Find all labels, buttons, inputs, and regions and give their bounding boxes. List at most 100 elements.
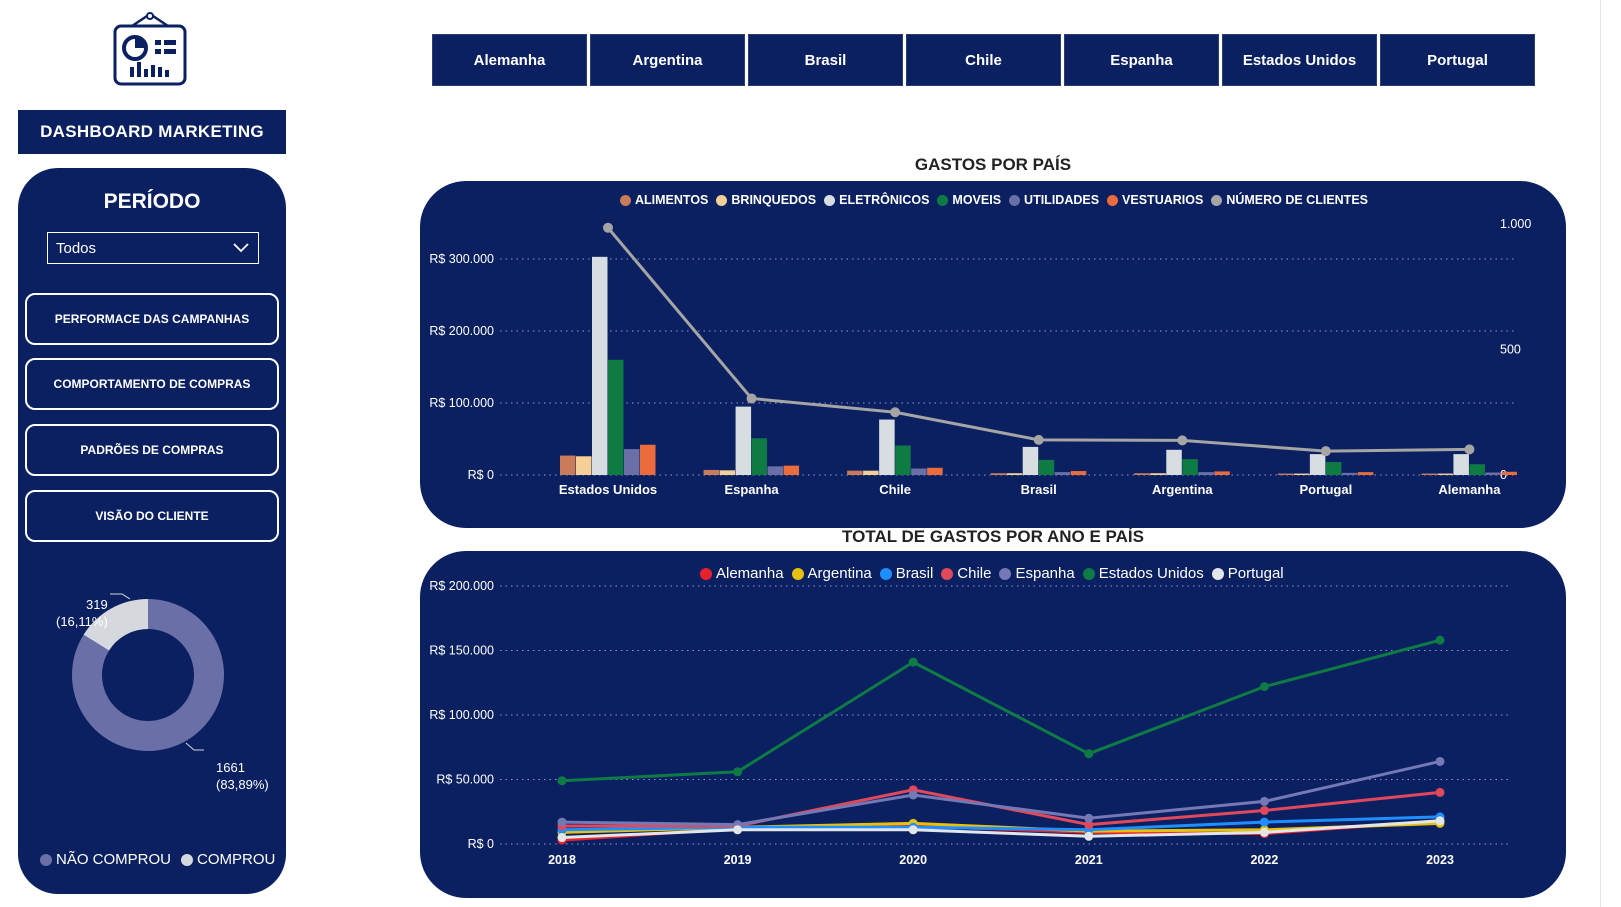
line-series-estados-unidos — [561, 638, 1441, 783]
bar-x-tick-label: Portugal — [1299, 482, 1352, 497]
donut-pct-comprou: (16,11%) — [56, 614, 108, 629]
line-point-portugal-2021 — [1084, 831, 1094, 841]
line-chart-panel: Alemanha Argentina Brasil Chile Espanha Estad… — [420, 551, 1566, 898]
bar-utilidades-chile — [911, 468, 927, 475]
bar-vestuarios-estados-unidos — [640, 444, 656, 475]
bar-alimentos-espanha — [703, 469, 720, 475]
donut-label-comprou: 319 (16,11%) — [56, 596, 108, 630]
clientes-point-brasil — [1033, 434, 1044, 445]
nav-performance-campanhas-button[interactable]: PERFORMACE DAS CAMPANHAS — [25, 293, 279, 345]
line-point-chile-2023 — [1435, 787, 1445, 797]
tab-estados-unidos[interactable]: Estados Unidos — [1222, 34, 1377, 86]
nav-comportamento-compras-button[interactable]: COMPORTAMENTO DE COMPRAS — [25, 358, 279, 410]
clientes-point-espanha — [746, 393, 757, 404]
nav-visao-cliente-button[interactable]: VISÃO DO CLIENTE — [25, 490, 279, 542]
clientes-point-chile — [890, 407, 901, 418]
bar-vestuarios-chile — [927, 467, 943, 475]
line-point-estados-unidos-2020 — [908, 657, 918, 667]
line-point-brasil-2022 — [1259, 817, 1269, 827]
bar-eletronicos-estados-unidos — [592, 256, 608, 475]
bar-x-tick-label: Espanha — [724, 482, 779, 497]
bar-brinquedos-portugal — [1293, 473, 1310, 475]
tab-argentina[interactable]: Argentina — [590, 34, 745, 86]
line-x-tick-label: 2020 — [899, 853, 927, 867]
bar-alimentos-portugal — [1277, 473, 1294, 475]
bar-moveis-alemanha — [1469, 464, 1485, 475]
dashboard-title: DASHBOARD MARKETING — [18, 110, 286, 154]
line-point-chile-2022 — [1259, 805, 1269, 815]
donut-pct-nao-comprou: (83,89%) — [216, 777, 269, 792]
line-y-tick-label: R$ 150.000 — [429, 644, 494, 658]
bar-chart-title: GASTOS POR PAÍS — [914, 155, 1072, 174]
line-x-tick-label: 2018 — [548, 853, 576, 867]
line-point-estados-unidos-2021 — [1084, 749, 1094, 759]
bar-moveis-portugal — [1325, 462, 1342, 475]
bar-moveis-estados-unidos — [608, 359, 624, 475]
clientes-point-argentina — [1177, 435, 1188, 446]
donut-leader-nao-comprou — [185, 742, 204, 751]
periodo-label: PERÍODO — [103, 190, 201, 213]
tab-brasil[interactable]: Brasil — [748, 34, 903, 86]
line-y-tick-label: R$ 200.000 — [429, 579, 494, 593]
line-point-portugal-2023 — [1435, 816, 1445, 826]
scrollbar-track[interactable] — [1600, 0, 1621, 907]
bar-chart-panel: ALIMENTOS BRINQUEDOS ELETRÔNICOS MOVEIS UTIL… — [420, 181, 1566, 528]
sidebar-panel: PERÍODO Todos PERFORMACE DAS CAMPANHAS C… — [18, 168, 286, 894]
bar-vestuarios-espanha — [783, 465, 800, 475]
line-chart-title: TOTAL DE GASTOS POR ANO E PAÍS — [842, 527, 1144, 546]
bar-eletronicos-brasil — [1022, 446, 1039, 475]
bar-brinquedos-brasil — [1006, 473, 1023, 475]
bar-moveis-brasil — [1038, 459, 1055, 475]
legend-label-comprou: COMPROU — [197, 851, 276, 868]
line-x-tick-label: 2023 — [1426, 853, 1454, 867]
bar-x-tick-label: Estados Unidos — [559, 482, 657, 497]
line-point-espanha-2023 — [1435, 756, 1445, 766]
nav-padroes-compras-button[interactable]: PADRÕES DE COMPRAS — [25, 424, 279, 476]
bar-eletronicos-alemanha — [1453, 454, 1469, 475]
line-point-portugal-2022 — [1259, 827, 1269, 837]
line-x-tick-label: 2022 — [1250, 853, 1278, 867]
line-point-espanha-2021 — [1084, 813, 1094, 823]
bar-alimentos-alemanha — [1421, 473, 1437, 475]
bar-moveis-espanha — [751, 438, 768, 475]
line-series-espanha — [561, 759, 1441, 827]
legend-dot-nao-comprou — [40, 853, 52, 866]
bar-alimentos-brasil — [990, 473, 1007, 475]
clientes-point-estados-unidos — [603, 222, 613, 233]
bar-utilidades-alemanha — [1485, 472, 1501, 475]
line-point-espanha-2018 — [557, 817, 567, 827]
bar-vestuarios-brasil — [1070, 471, 1087, 475]
periodo-dropdown[interactable]: Todos — [47, 232, 259, 264]
donut-leader-comprou — [110, 593, 131, 600]
donut-label-nao-comprou: 1661 (83,89%) — [216, 759, 269, 793]
line-x-tick-label: 2019 — [724, 853, 752, 867]
bar-brinquedos-estados-unidos — [576, 456, 592, 475]
bar-brinquedos-espanha — [719, 470, 736, 475]
bar-utilidades-portugal — [1341, 472, 1358, 475]
periodo-selected-value: Todos — [56, 239, 97, 257]
bar-x-tick-label: Chile — [879, 482, 911, 497]
bar-alimentos-argentina — [1134, 473, 1150, 475]
bar-brinquedos-chile — [863, 470, 879, 475]
bar-y-tick-label: R$ 0 — [468, 468, 494, 482]
bar-x-tick-label: Argentina — [1152, 482, 1213, 497]
tab-alemanha[interactable]: Alemanha — [432, 34, 587, 86]
tab-portugal[interactable]: Portugal — [1380, 34, 1535, 86]
gastos-por-ano-chart: R$ 0 R$ 50.000 R$ 100.000 R$ 150.000 R$ 200.… — [429, 579, 1510, 867]
bar-y2-tick-label: 1.000 — [1500, 217, 1531, 231]
tab-chile[interactable]: Chile — [906, 34, 1061, 86]
line-y-tick-label: R$ 100.000 — [429, 708, 494, 722]
line-point-portugal-2018 — [557, 833, 567, 843]
donut-legend: NÃO COMPROU COMPROU — [40, 851, 275, 868]
line-point-estados-unidos-2022 — [1259, 682, 1269, 692]
bar-eletronicos-espanha — [735, 406, 752, 475]
bar-utilidades-argentina — [1198, 472, 1214, 475]
bar-eletronicos-chile — [879, 419, 895, 475]
bar-moveis-chile — [895, 445, 911, 475]
line-x-tick-label: 2021 — [1075, 853, 1103, 867]
line-point-estados-unidos-2019 — [733, 767, 743, 777]
tab-espanha[interactable]: Espanha — [1064, 34, 1219, 86]
bar-utilidades-estados-unidos — [624, 449, 640, 475]
bar-alimentos-estados-unidos — [560, 455, 576, 475]
dashboard-logo-icon — [113, 12, 187, 86]
